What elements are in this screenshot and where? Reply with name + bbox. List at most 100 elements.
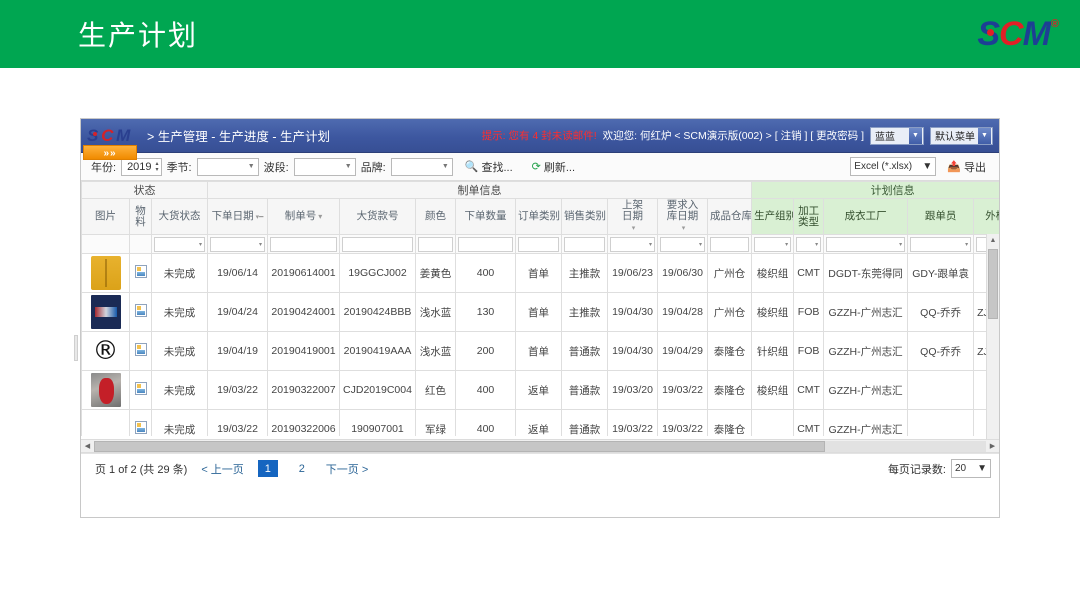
horizontal-scroll-track[interactable] bbox=[94, 440, 986, 452]
filter-shelf-date[interactable]: ▾ bbox=[607, 234, 658, 254]
export-button[interactable]: 📤 导出 bbox=[940, 157, 993, 177]
page-button-1[interactable]: 1 bbox=[257, 460, 278, 477]
cell-image[interactable] bbox=[81, 409, 130, 436]
vertical-scroll-thumb[interactable] bbox=[988, 249, 998, 319]
col-qty[interactable]: 下单数量 bbox=[455, 198, 516, 235]
filter-order-date[interactable]: ▾ bbox=[207, 234, 268, 254]
cell-bulk-status: 未完成 bbox=[151, 370, 208, 410]
scroll-right-icon[interactable]: ▶ bbox=[986, 442, 999, 450]
search-button[interactable]: 🔍 查找... bbox=[458, 157, 520, 177]
table-row[interactable]: 未完成 19/04/24 20190424001 20190424BBB 浅水蓝… bbox=[81, 292, 999, 332]
cell-order-no: 20190322006 bbox=[267, 409, 340, 436]
export-format-select[interactable]: Excel (*.xlsx) ▼ bbox=[850, 157, 937, 176]
year-value: 2019 bbox=[127, 160, 152, 173]
col-image[interactable]: 图片 bbox=[81, 198, 130, 235]
table-row[interactable]: 未完成 19/06/14 20190614001 19GGCJ002 姜黄色 4… bbox=[81, 253, 999, 293]
filter-bulk-status[interactable]: ▾ bbox=[151, 234, 208, 254]
cell-material[interactable] bbox=[129, 409, 152, 436]
col-color[interactable]: 颜色 bbox=[415, 198, 456, 235]
cell-order-date: 19/04/24 bbox=[207, 292, 268, 332]
col-sales-type[interactable]: 销售类别 bbox=[561, 198, 608, 235]
next-page-button[interactable]: 下一页 > bbox=[326, 461, 368, 477]
filter-order-no[interactable] bbox=[267, 234, 340, 254]
col-factory[interactable]: 成衣工厂 bbox=[823, 198, 909, 235]
cell-merchandiser bbox=[907, 409, 975, 436]
filter-process-type[interactable]: ▾ bbox=[793, 234, 825, 254]
filter-factory[interactable]: ▾ bbox=[823, 234, 909, 254]
cell-material[interactable] bbox=[129, 331, 152, 371]
theme-select[interactable]: 蓝蓝 ▼ bbox=[870, 126, 924, 145]
sidebar-expand-button[interactable]: »» bbox=[83, 145, 137, 160]
brand-select[interactable]: ▼ bbox=[390, 157, 453, 176]
unread-mail-alert[interactable]: 提示: 您有 4 封未读邮件! bbox=[482, 128, 597, 143]
filter-due-date[interactable]: ▾ bbox=[657, 234, 708, 254]
refresh-icon: ⟳ bbox=[531, 161, 541, 173]
filter-order-type[interactable] bbox=[515, 234, 562, 254]
page-button-2[interactable]: 2 bbox=[292, 460, 312, 477]
filter-warehouse[interactable] bbox=[706, 234, 753, 254]
col-order-date[interactable]: 下单日期 ▾━ bbox=[207, 198, 268, 235]
col-bulk-status[interactable]: 大货状态 bbox=[151, 198, 208, 235]
pagesize-select[interactable]: 20 ▼ bbox=[951, 459, 991, 478]
scroll-left-icon[interactable]: ◀ bbox=[81, 442, 94, 450]
grid-horizontal-scrollbar[interactable]: ◀ ▶ bbox=[81, 439, 999, 453]
col-material[interactable]: 物料 bbox=[129, 198, 152, 235]
material-document-icon[interactable] bbox=[134, 382, 147, 395]
cell-warehouse: 泰隆仓 bbox=[706, 409, 753, 436]
col-style-no[interactable]: 大货款号 bbox=[339, 198, 416, 235]
filter-style-no[interactable] bbox=[339, 234, 416, 254]
material-document-icon[interactable] bbox=[134, 343, 147, 356]
cell-merchandiser bbox=[907, 370, 975, 410]
table-row[interactable]: 未完成 19/03/22 20190322006 190907001 军绿 40… bbox=[81, 409, 999, 436]
table-body: 未完成 19/06/14 20190614001 19GGCJ002 姜黄色 4… bbox=[81, 253, 999, 436]
prev-page-button[interactable]: < 上一页 bbox=[201, 461, 243, 477]
horizontal-scroll-thumb[interactable] bbox=[94, 440, 826, 452]
stepper-arrows-icon[interactable]: ▴ ▾ bbox=[156, 161, 159, 173]
cell-image[interactable]: ® bbox=[81, 331, 130, 371]
app-logo[interactable]: S C M bbox=[87, 127, 145, 144]
season-label: 季节: bbox=[166, 161, 192, 174]
welcome-user-text[interactable]: 欢迎您: 何红炉 < SCM演示版(002) > [ 注销 ] [ 更改密码 ] bbox=[603, 128, 864, 143]
cell-material[interactable] bbox=[129, 253, 152, 293]
col-process-type[interactable]: 加工 类型 bbox=[793, 198, 825, 235]
scroll-up-icon[interactable]: ▲ bbox=[987, 234, 999, 247]
col-qc[interactable]: 外检QC bbox=[973, 198, 999, 235]
season-select[interactable]: ▼ bbox=[196, 157, 259, 176]
band-select[interactable]: ▼ bbox=[293, 157, 356, 176]
col-prod-group[interactable]: 生产组别 bbox=[751, 198, 795, 235]
cell-factory: GZZH-广州志汇 bbox=[823, 292, 909, 332]
cell-color: 姜黄色 bbox=[415, 253, 456, 293]
cell-image[interactable] bbox=[81, 292, 130, 332]
year-stepper[interactable]: 2019 ▴ ▾ bbox=[121, 157, 162, 176]
filter-color[interactable] bbox=[415, 234, 456, 254]
col-shelf-date[interactable]: 上架 日期 ▾ bbox=[607, 198, 658, 235]
filter-merchandiser[interactable]: ▾ bbox=[907, 234, 975, 254]
grid-scroll-area[interactable]: 状态 制单信息 计划信息 图片 物料 大货状态 下单日期 ▾━ 制单号 ▾ 大货款号… bbox=[81, 181, 999, 436]
filter-toolbar: 年份: 2019 ▴ ▾ 季节: ▼ 波段: ▼ 品牌: ▼ 🔍 查找... ⟳ … bbox=[81, 153, 999, 181]
cell-material[interactable] bbox=[129, 370, 152, 410]
frame-grip bbox=[74, 335, 78, 361]
grid-vertical-scrollbar[interactable]: ▲ ▼ bbox=[986, 234, 999, 453]
material-document-icon[interactable] bbox=[134, 304, 147, 317]
cell-image[interactable] bbox=[81, 370, 130, 410]
table-row[interactable]: 未完成 19/03/22 20190322007 CJD2019C004 红色 … bbox=[81, 370, 999, 410]
filter-prod-group[interactable]: ▾ bbox=[751, 234, 795, 254]
refresh-button[interactable]: ⟳ 刷新... bbox=[525, 157, 582, 177]
cell-image[interactable] bbox=[81, 253, 130, 293]
group-header-plan-info: 计划信息 bbox=[751, 181, 999, 199]
table-row[interactable]: ® 未完成 19/04/19 20190419001 20190419AAA 浅… bbox=[81, 331, 999, 371]
filter-sales-type[interactable] bbox=[561, 234, 608, 254]
col-warehouse[interactable]: 成品仓库 bbox=[706, 198, 753, 235]
col-order-type[interactable]: 订单类别 bbox=[515, 198, 562, 235]
filter-qty[interactable] bbox=[455, 234, 516, 254]
col-merchandiser[interactable]: 跟单员 bbox=[907, 198, 975, 235]
cell-sales-type: 普通款 bbox=[561, 409, 608, 436]
material-document-icon[interactable] bbox=[134, 421, 147, 434]
cell-due-date: 19/03/22 bbox=[657, 409, 708, 436]
menu-select[interactable]: 默认菜单 ▼ bbox=[930, 126, 993, 145]
col-order-no[interactable]: 制单号 ▾ bbox=[267, 198, 340, 235]
cell-order-type: 首单 bbox=[515, 331, 562, 371]
material-document-icon[interactable] bbox=[134, 265, 147, 278]
cell-material[interactable] bbox=[129, 292, 152, 332]
col-due-date[interactable]: 要求入 库日期 ▾ bbox=[657, 198, 708, 235]
